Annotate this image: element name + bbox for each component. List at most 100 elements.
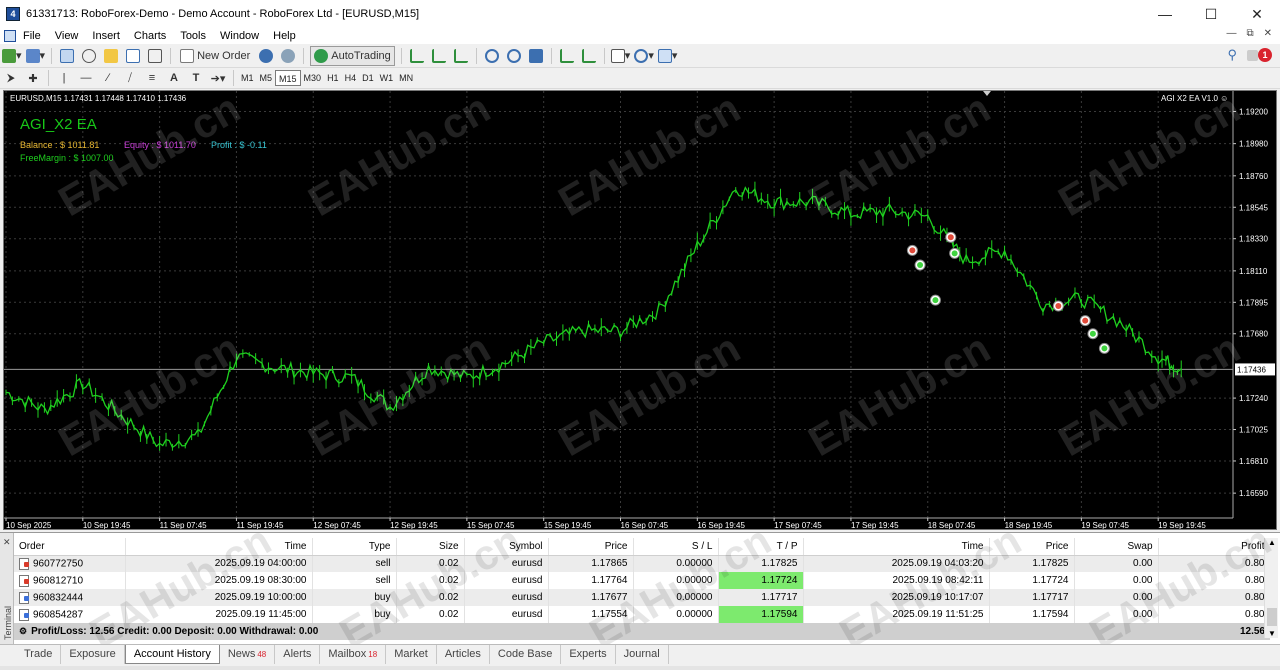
horizontal-line-button[interactable]: — [77, 68, 95, 88]
scroll-down-icon[interactable]: ▼ [1268, 629, 1276, 638]
scrollbar-thumb[interactable] [1267, 608, 1277, 626]
table-header-row: Order Time Type Size Symbol Price S / L … [14, 538, 1271, 556]
menu-tools[interactable]: Tools [173, 29, 213, 43]
tab-label: News [227, 648, 256, 660]
line-chart-button[interactable] [452, 46, 470, 66]
menu-window[interactable]: Window [213, 29, 266, 43]
text-label-button[interactable]: T [187, 68, 205, 88]
tab-account-history[interactable]: Account History [124, 645, 220, 664]
data-window-button[interactable] [80, 46, 98, 66]
trendline-button[interactable]: ∕ [99, 68, 117, 88]
timeframe-m15[interactable]: M15 [275, 70, 301, 86]
column-header-price[interactable]: Price [548, 538, 634, 556]
search-icon[interactable]: ⚲ [1227, 47, 1237, 63]
cursor-button[interactable]: ⮞ [2, 68, 20, 88]
fibonacci-button[interactable]: ≡ [143, 68, 161, 88]
timeframe-mn[interactable]: MN [396, 70, 416, 86]
chart-shift-button[interactable] [580, 46, 598, 66]
autotrading-button[interactable]: AutoTrading [310, 45, 395, 66]
timeframe-m1[interactable]: M1 [238, 70, 257, 86]
close-button[interactable]: ✕ [1234, 0, 1280, 28]
column-header-type[interactable]: Type [312, 538, 397, 556]
text-label-icon: T [192, 72, 200, 84]
menu-insert[interactable]: Insert [85, 29, 127, 43]
indicators-button[interactable]: ▾ [610, 46, 630, 66]
market-watch-button[interactable] [58, 46, 76, 66]
crosshair-button[interactable]: ✚ [24, 68, 42, 88]
candlestick-button[interactable] [430, 46, 448, 66]
bar-chart-button[interactable] [408, 46, 426, 66]
column-header-sl[interactable]: S / L [633, 538, 719, 556]
column-header-close-time[interactable]: Time [803, 538, 990, 556]
price-chart[interactable]: 1.19200 1.18980 1.18760 1.18545 1.18330 1.181… [3, 90, 1277, 530]
notification-icon[interactable]: 1 [1247, 48, 1272, 62]
tab-label: Journal [623, 648, 660, 660]
tab-alerts[interactable]: Alerts [275, 645, 321, 664]
separator [170, 47, 172, 64]
table-row[interactable]: 960854287 2025.09.19 11:45:00 buy 0.02 e… [14, 606, 1271, 623]
navigator-button[interactable] [102, 46, 120, 66]
maximize-button[interactable]: ☐ [1188, 0, 1234, 28]
timeframe-d1[interactable]: D1 [359, 70, 377, 86]
new-chart-button[interactable]: ▾ [2, 46, 22, 66]
column-header-swap[interactable]: Swap [1074, 538, 1159, 556]
column-header-tp[interactable]: T / P [718, 538, 804, 556]
templates-button[interactable]: ▾ [657, 46, 677, 66]
minimize-button[interactable]: — [1142, 0, 1188, 28]
menu-file[interactable]: File [16, 29, 48, 43]
column-header-symbol[interactable]: Symbol [464, 538, 549, 556]
terminal-scrollbar[interactable]: ▲ ▼ [1264, 538, 1278, 638]
column-header-profit[interactable]: Profit [1158, 538, 1271, 556]
column-header-time[interactable]: Time [125, 538, 313, 556]
timeframe-h1[interactable]: H1 [324, 70, 342, 86]
tab-experts[interactable]: Experts [561, 645, 616, 664]
signals-button[interactable] [257, 46, 275, 66]
periods-button[interactable]: ▾ [634, 46, 654, 66]
text-icon: A [170, 72, 178, 84]
tab-trade[interactable]: Trade [16, 645, 62, 664]
strategy-tester-button[interactable] [146, 46, 164, 66]
vertical-line-button[interactable]: | [55, 68, 73, 88]
zoom-out-button[interactable] [505, 46, 523, 66]
terminal-close-icon[interactable]: ✕ [3, 537, 11, 548]
tab-code-base[interactable]: Code Base [490, 645, 562, 664]
document-icon[interactable] [4, 30, 16, 42]
tile-windows-button[interactable] [527, 46, 545, 66]
auto-scroll-button[interactable] [558, 46, 576, 66]
table-row[interactable]: 960832444 2025.09.19 10:00:00 buy 0.02 e… [14, 589, 1271, 606]
menu-help[interactable]: Help [266, 29, 303, 43]
table-row[interactable]: 960772750 2025.09.19 04:00:00 sell 0.02 … [14, 555, 1271, 572]
timeframe-h4[interactable]: H4 [342, 70, 360, 86]
channel-button[interactable]: ⧸ [121, 68, 139, 88]
tab-articles[interactable]: Articles [437, 645, 490, 664]
scroll-up-icon[interactable]: ▲ [1268, 538, 1276, 547]
tab-journal[interactable]: Journal [616, 645, 669, 664]
tab-exposure[interactable]: Exposure [61, 645, 125, 664]
column-header-order[interactable]: Order [14, 538, 126, 556]
text-button[interactable]: A [165, 68, 183, 88]
profiles-button[interactable]: ▾ [25, 46, 45, 66]
mdi-restore-button[interactable]: ⧉ [1246, 28, 1253, 39]
market-button[interactable] [279, 46, 297, 66]
mdi-close-button[interactable]: ✕ [1264, 28, 1272, 39]
tab-news[interactable]: News 48 [220, 645, 276, 664]
table-row[interactable]: 960812710 2025.09.19 08:30:00 sell 0.02 … [14, 572, 1271, 589]
mdi-minimize-button[interactable]: — [1226, 28, 1236, 39]
new-order-button[interactable]: New Order [177, 46, 253, 66]
zoom-in-button[interactable] [483, 46, 501, 66]
timeframe-m5[interactable]: M5 [257, 70, 276, 86]
chart-canvas[interactable]: 1.19200 1.18980 1.18760 1.18545 1.18330 1.181… [4, 91, 1277, 530]
tab-mailbox[interactable]: Mailbox 18 [320, 645, 387, 664]
column-header-size[interactable]: Size [396, 538, 465, 556]
cell-close-price: 1.17594 [989, 606, 1075, 623]
menu-charts[interactable]: Charts [127, 29, 173, 43]
arrows-button[interactable]: ➔▾ [209, 68, 227, 88]
new-chart-icon [2, 48, 16, 63]
column-header-close-price[interactable]: Price [989, 538, 1075, 556]
timeframe-m30[interactable]: M30 [301, 70, 325, 86]
tab-market[interactable]: Market [386, 645, 437, 664]
title-bar: 4 61331713: RoboForex-Demo - Demo Accoun… [0, 0, 1280, 28]
menu-view[interactable]: View [48, 29, 86, 43]
terminal-button[interactable] [124, 46, 142, 66]
timeframe-w1[interactable]: W1 [377, 70, 397, 86]
